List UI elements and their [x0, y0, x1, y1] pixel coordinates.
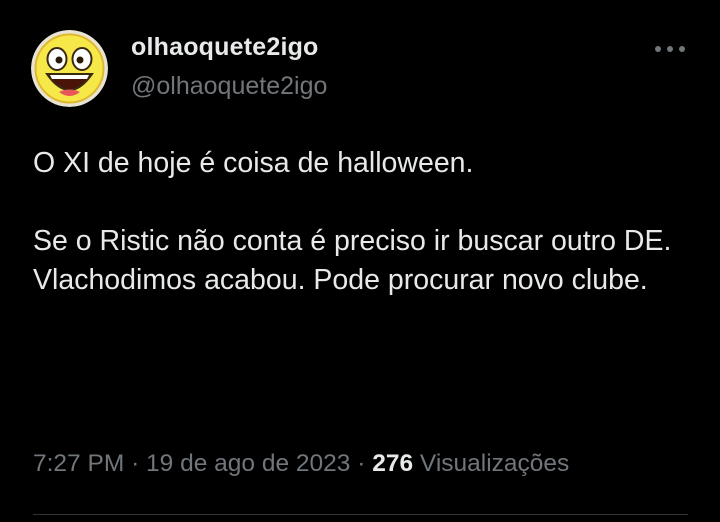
- author-display-name[interactable]: olhaoquete2igo: [131, 33, 319, 62]
- author-handle[interactable]: @olhaoquete2igo: [131, 72, 327, 101]
- tweet-time[interactable]: 7:27 PM: [33, 450, 124, 477]
- meta-separator: ·: [357, 450, 366, 477]
- tweet: olhaoquete2igo @olhaoquete2igo O XI de h…: [0, 0, 720, 522]
- tweet-text: O XI de hoje é coisa de halloween. Se o …: [33, 144, 693, 300]
- tweet-text-line: O XI de hoje é coisa de halloween.: [33, 147, 474, 179]
- views-label: Visualizações: [419, 450, 570, 477]
- avatar[interactable]: [31, 30, 108, 107]
- divider: [33, 514, 688, 515]
- views-count: 276: [372, 450, 414, 477]
- tweet-meta: 7:27 PM · 19 de ago de 2023 · 276 Visual…: [33, 450, 569, 478]
- more-options-icon: [655, 46, 685, 52]
- tweet-date[interactable]: 19 de ago de 2023: [146, 450, 350, 477]
- tweet-text-line: Se o Ristic não conta é preciso ir busca…: [33, 225, 672, 257]
- tweet-text-line: Vlachodimos acabou. Pode procurar novo c…: [33, 264, 648, 296]
- awesome-smiley-face-icon: [31, 30, 108, 107]
- meta-separator: ·: [131, 450, 140, 477]
- more-options-button[interactable]: [648, 36, 692, 62]
